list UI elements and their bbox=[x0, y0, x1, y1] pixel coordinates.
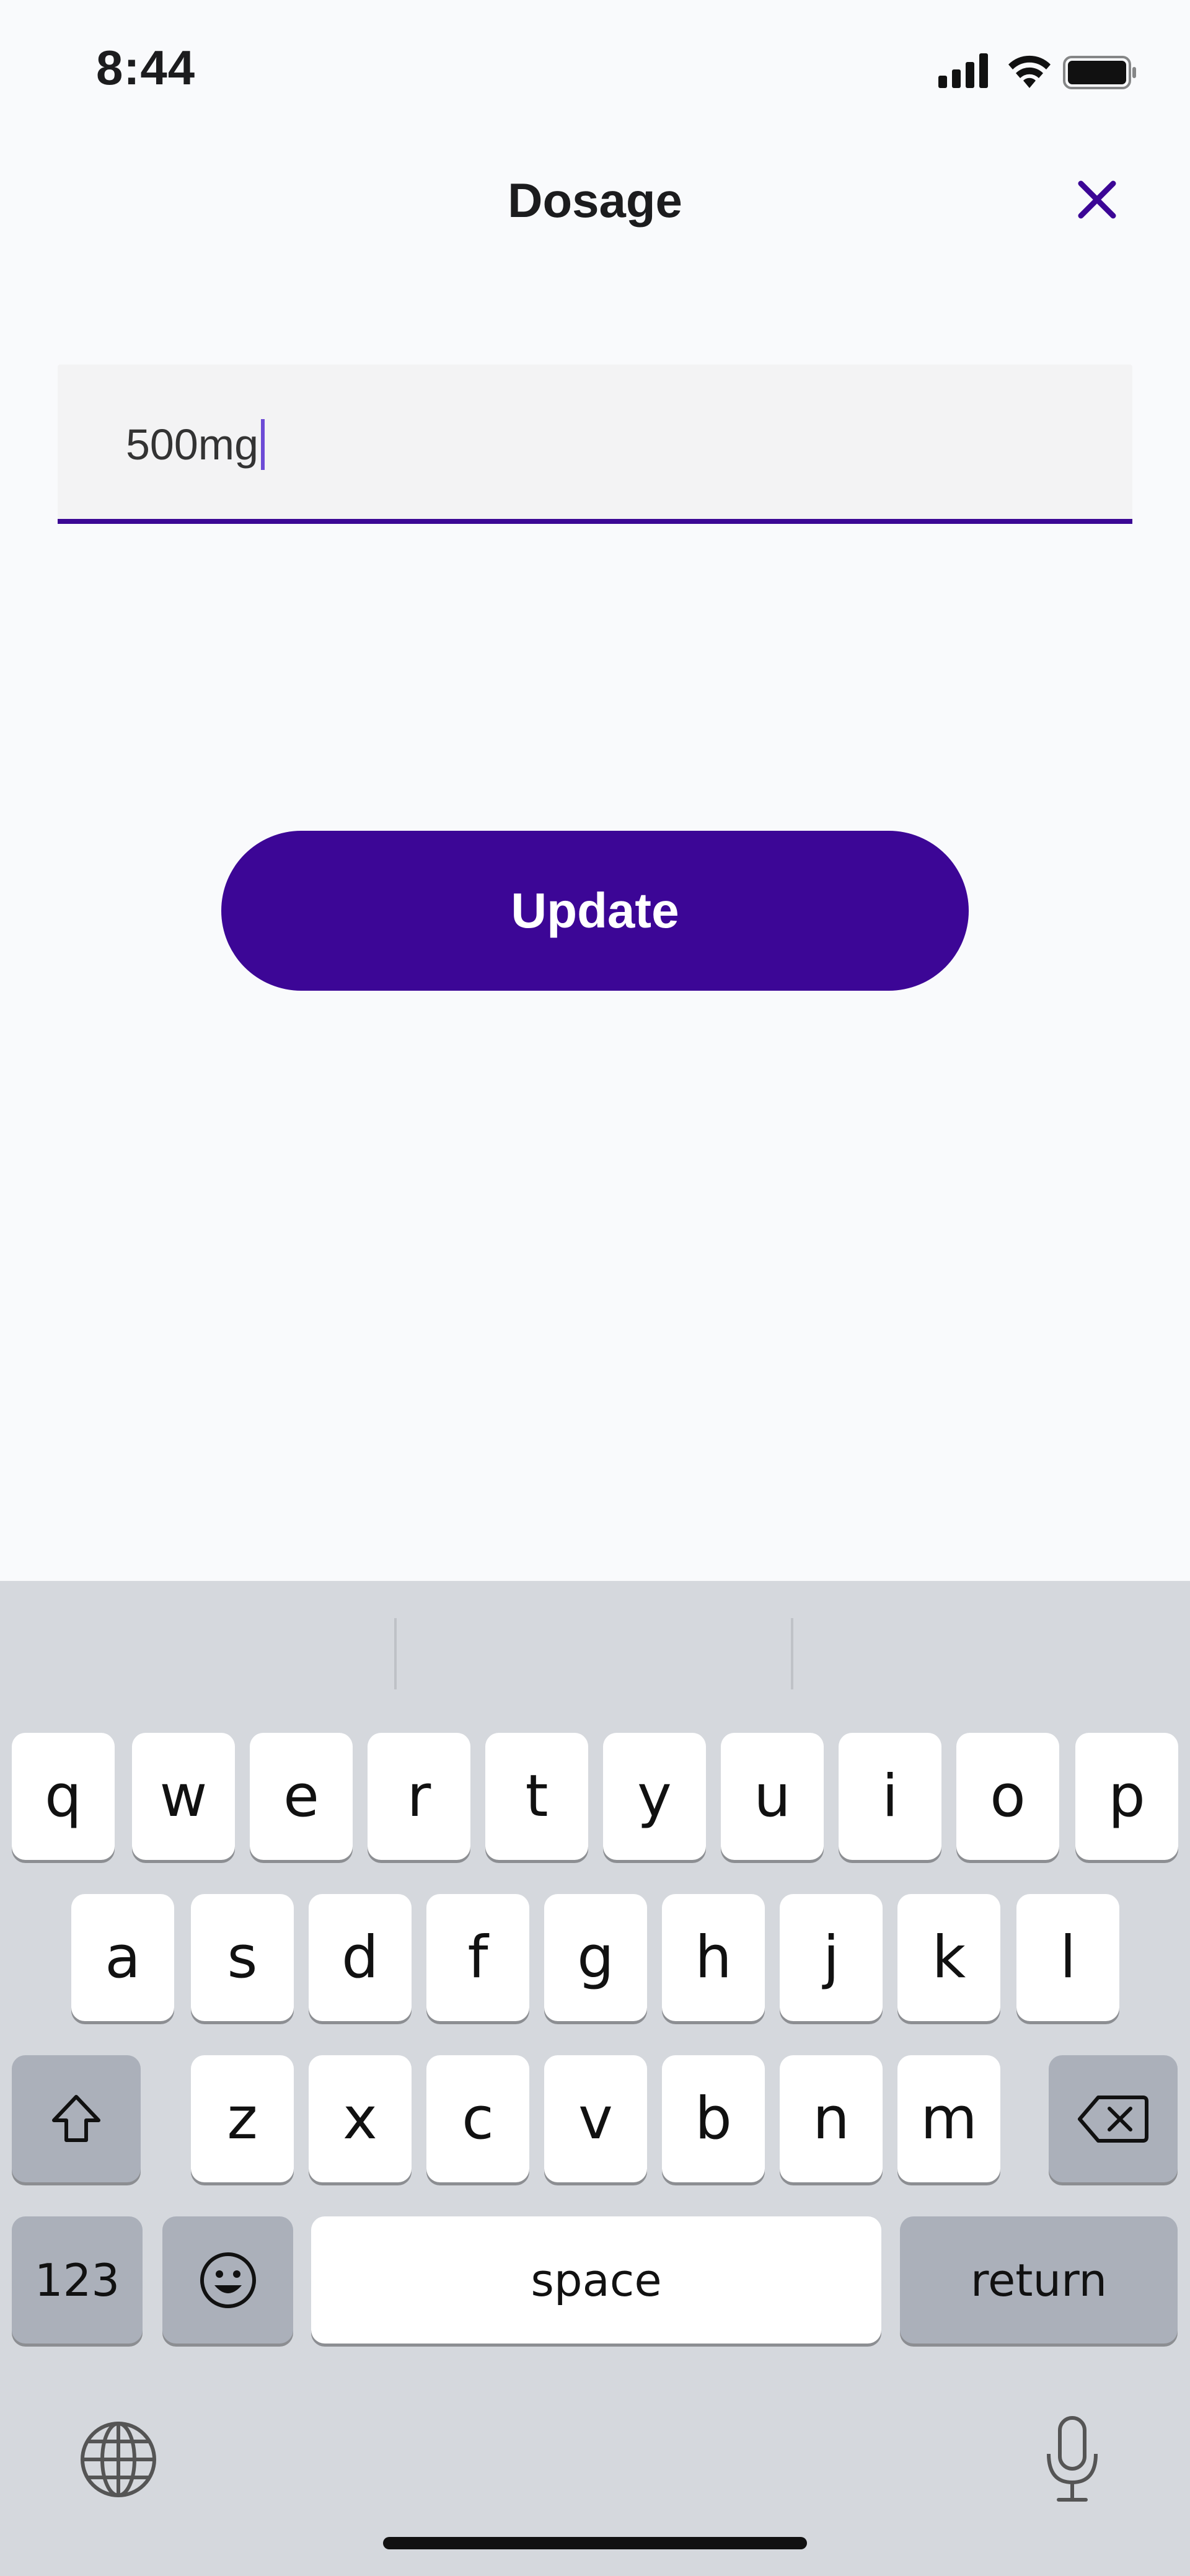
key-z[interactable]: z bbox=[191, 2055, 294, 2182]
key-c[interactable]: c bbox=[426, 2055, 529, 2182]
key-m[interactable]: m bbox=[897, 2055, 1000, 2182]
text-cursor bbox=[261, 419, 265, 470]
emoji-icon bbox=[200, 2252, 256, 2308]
key-b[interactable]: b bbox=[662, 2055, 765, 2182]
key-k[interactable]: k bbox=[897, 1894, 1000, 2021]
status-icons bbox=[938, 53, 1136, 89]
shift-key[interactable] bbox=[12, 2055, 141, 2182]
key-n[interactable]: n bbox=[780, 2055, 883, 2182]
close-icon[interactable] bbox=[1072, 175, 1122, 224]
key-j[interactable]: j bbox=[780, 1894, 883, 2021]
suggestion-divider bbox=[394, 1618, 397, 1689]
key-u[interactable]: u bbox=[721, 1733, 824, 1860]
key-o[interactable]: o bbox=[956, 1733, 1059, 1860]
numbers-key[interactable]: 123 bbox=[12, 2216, 143, 2344]
key-f[interactable]: f bbox=[426, 1894, 529, 2021]
key-i[interactable]: i bbox=[839, 1733, 941, 1860]
key-q[interactable]: q bbox=[12, 1733, 115, 1860]
microphone-icon[interactable] bbox=[1041, 2413, 1103, 2506]
suggestion-divider bbox=[791, 1618, 793, 1689]
key-l[interactable]: l bbox=[1016, 1894, 1119, 2021]
key-a[interactable]: a bbox=[71, 1894, 174, 2021]
key-h[interactable]: h bbox=[662, 1894, 765, 2021]
key-e[interactable]: e bbox=[250, 1733, 353, 1860]
home-indicator[interactable] bbox=[383, 2537, 807, 2549]
emoji-key[interactable] bbox=[162, 2216, 293, 2344]
key-g[interactable]: g bbox=[544, 1894, 647, 2021]
signal-icon bbox=[938, 53, 988, 88]
key-s[interactable]: s bbox=[191, 1894, 294, 2021]
key-r[interactable]: r bbox=[368, 1733, 470, 1860]
status-time: 8:44 bbox=[96, 40, 196, 95]
page-title: Dosage bbox=[508, 173, 682, 228]
key-v[interactable]: v bbox=[544, 2055, 647, 2182]
dosage-input[interactable]: 500mg bbox=[58, 365, 1132, 524]
battery-icon bbox=[1063, 56, 1136, 89]
update-button[interactable]: Update bbox=[221, 831, 969, 991]
space-key[interactable]: space bbox=[311, 2216, 881, 2344]
backspace-icon bbox=[1078, 2095, 1148, 2143]
dosage-input-value: 500mg bbox=[126, 420, 259, 469]
wifi-icon bbox=[1008, 55, 1051, 88]
return-key[interactable]: return bbox=[900, 2216, 1178, 2344]
key-w[interactable]: w bbox=[132, 1733, 235, 1860]
key-y[interactable]: y bbox=[603, 1733, 706, 1860]
key-d[interactable]: d bbox=[309, 1894, 412, 2021]
backspace-key[interactable] bbox=[1049, 2055, 1178, 2182]
key-x[interactable]: x bbox=[309, 2055, 412, 2182]
shift-icon bbox=[52, 2094, 100, 2142]
key-t[interactable]: t bbox=[485, 1733, 588, 1860]
globe-icon[interactable] bbox=[78, 2419, 159, 2500]
key-p[interactable]: p bbox=[1075, 1733, 1178, 1860]
